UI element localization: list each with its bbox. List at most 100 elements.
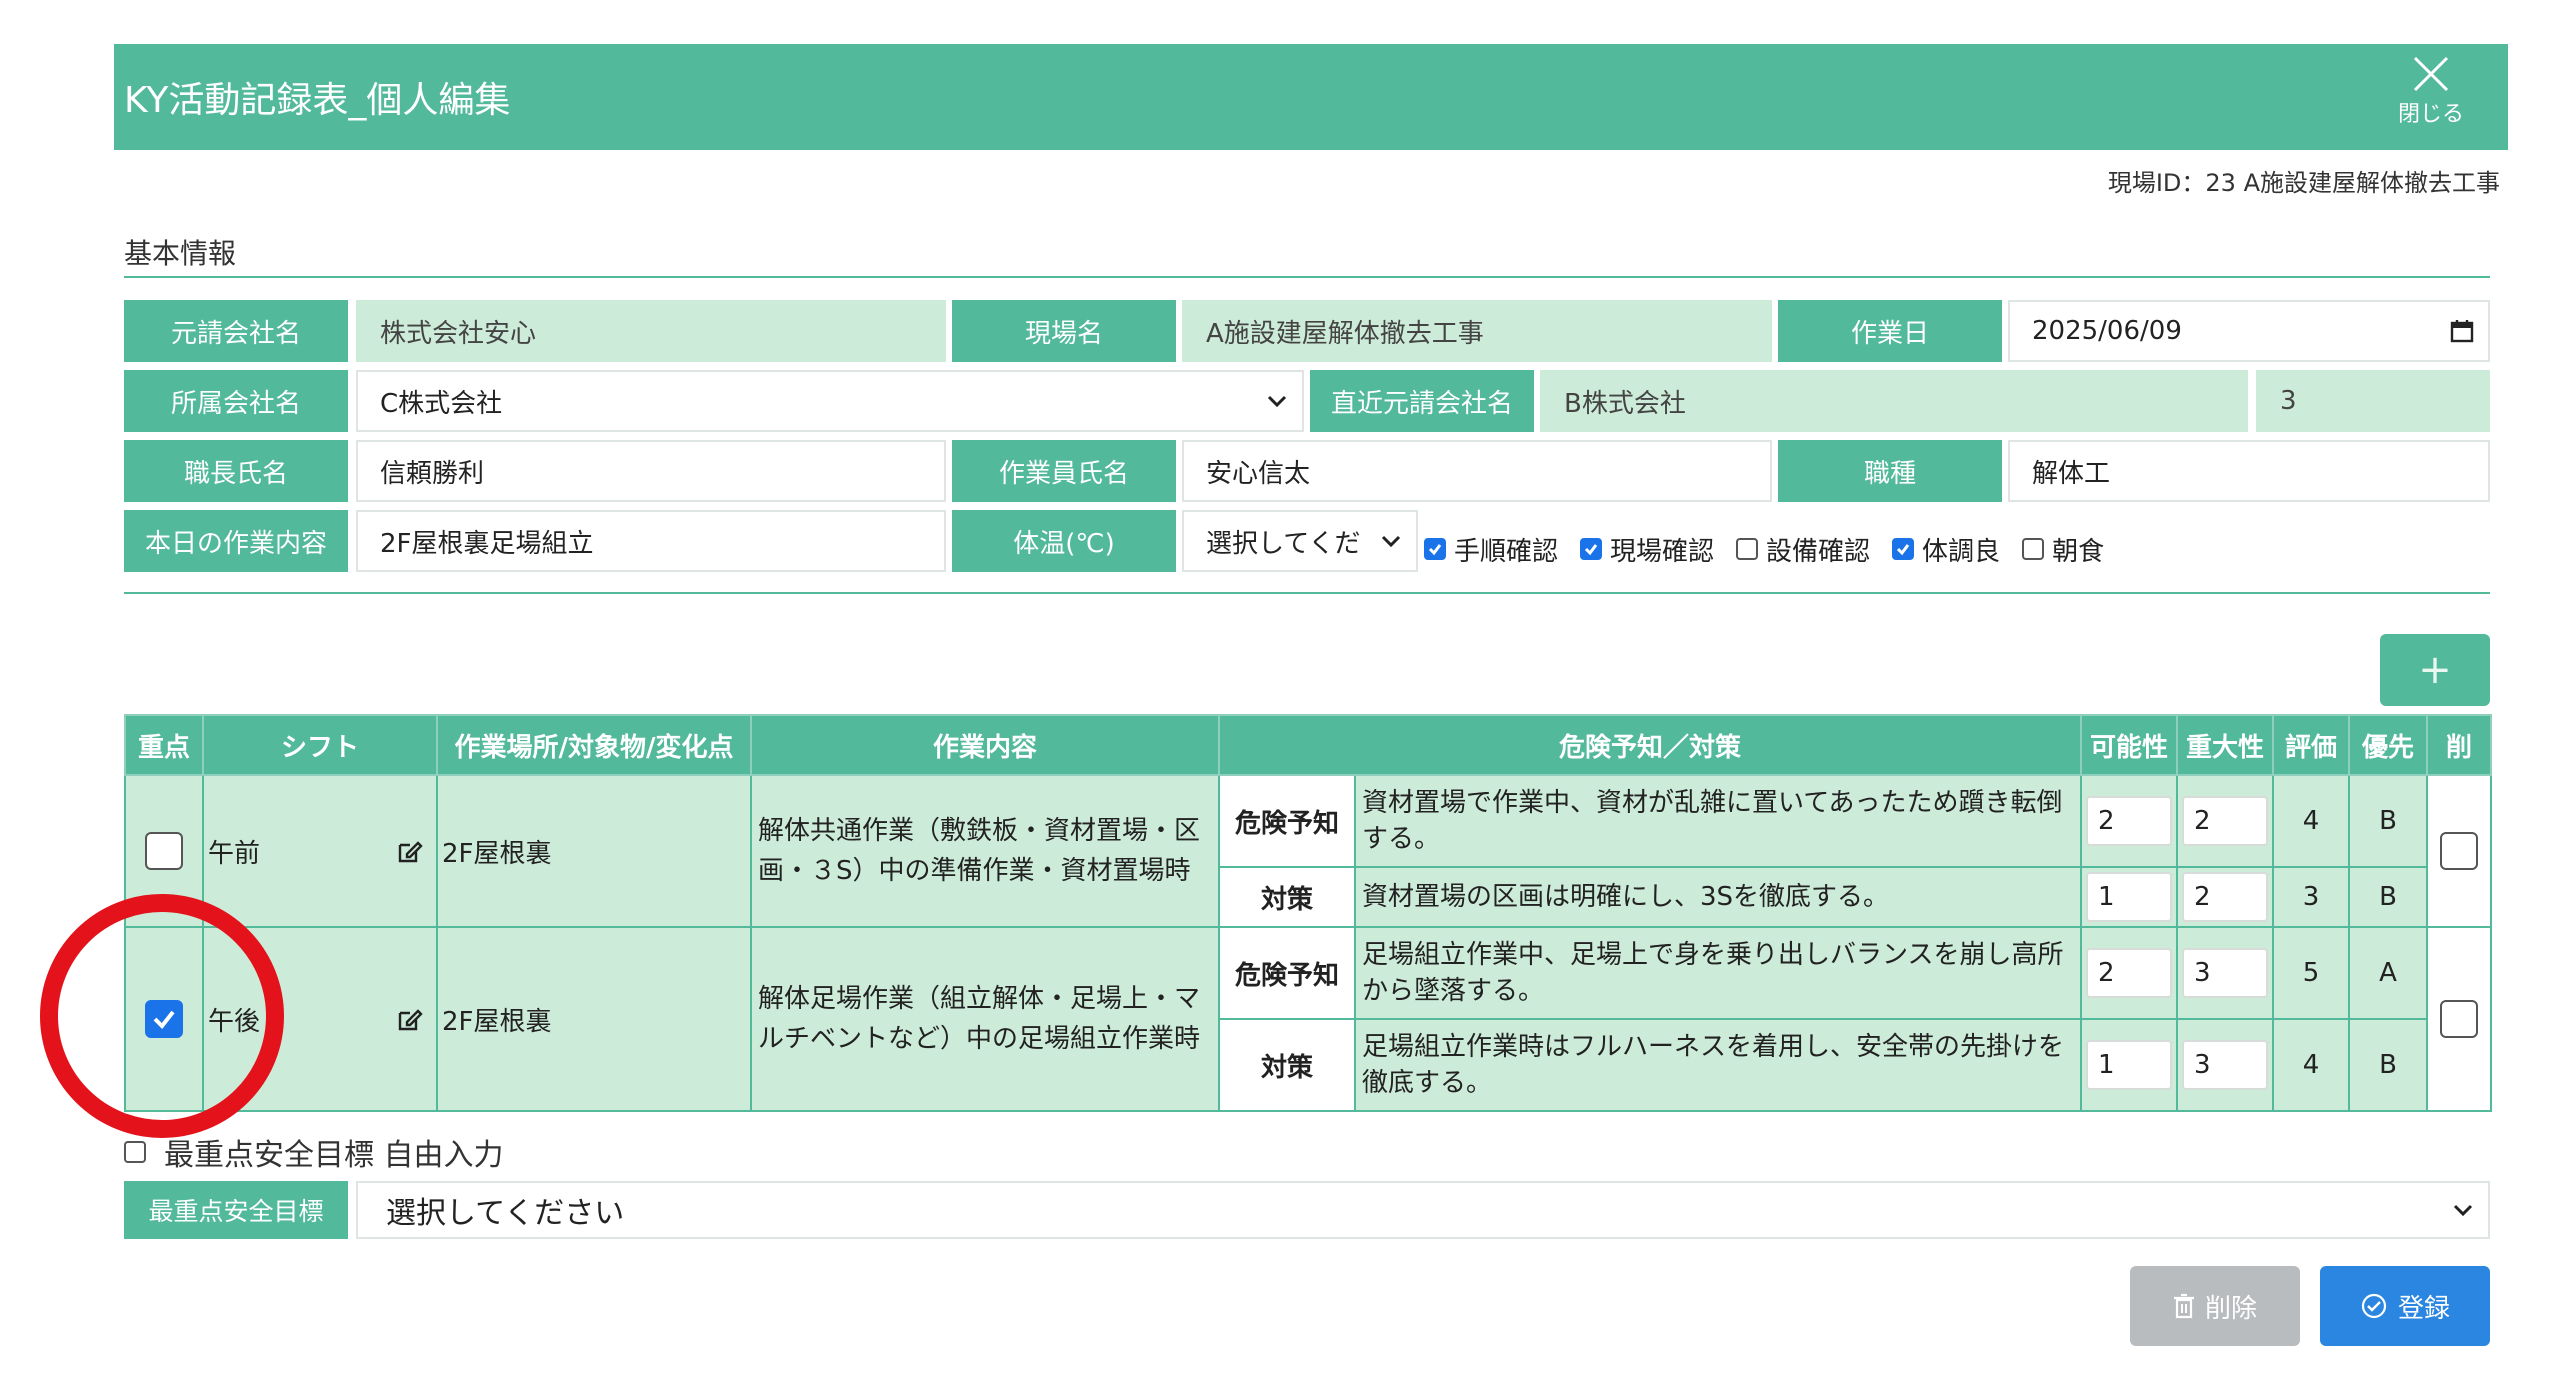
checkbox[interactable] [1892,538,1915,560]
free-input-checkbox[interactable] [124,1141,146,1163]
modal-title: KY活動記録表_個人編集 [124,80,511,121]
priority-checkbox[interactable] [145,1000,183,1038]
temp-select[interactable]: 選択してくだ [1182,510,1418,572]
place-cell: 2F屋根裏 [436,774,752,928]
edit-icon[interactable] [396,1005,424,1033]
header-shift: シフト [202,714,438,776]
delete-button[interactable]: 削除 [2130,1266,2300,1346]
safety-goal-select[interactable]: 選択してください [356,1181,2490,1239]
check-icon [153,1010,175,1030]
worker-input[interactable]: 安心信太 [1182,440,1772,502]
check-circle-icon [2361,1293,2387,1319]
free-input-row[interactable]: 最重点安全目標 自由入力 [124,1130,504,1174]
eval-cell: 4 [2272,1018,2351,1112]
content-cell: 解体共通作業（敷鉄板・資材置場・区画・３S）中の準備作業・資材置場時 [750,774,1220,928]
check-site[interactable]: 現場確認 [1580,531,1714,568]
foreman-input[interactable]: 信頼勝利 [356,440,946,502]
priority-cell [124,926,204,1112]
health-checks: 手順確認 現場確認 設備確認 体調良 朝食 [1424,522,2126,576]
edit-icon[interactable] [396,837,424,865]
possibility-input[interactable]: 1 [2086,1040,2173,1090]
calendar-icon[interactable] [2450,319,2474,343]
temp-select-value: 選択してくだ [1206,528,1361,559]
severity-input[interactable]: 3 [2182,948,2269,998]
check-breakfast[interactable]: 朝食 [2022,531,2104,568]
header-place: 作業場所/対象物/変化点 [436,714,752,776]
safety-goal-label: 最重点安全目標 [124,1181,348,1239]
save-label: 登録 [2397,1293,2450,1324]
delete-cell [2426,926,2493,1112]
header-possibility: 可能性 [2080,714,2179,776]
possibility-cell: 2 [2080,774,2179,868]
check-icon [1584,544,1598,556]
prime-company-value: 株式会社安心 [356,300,946,362]
save-button[interactable]: 登録 [2320,1266,2490,1346]
section-divider [124,592,2490,594]
check-label: 体調良 [1922,536,2001,567]
rank-cell: B [2348,1018,2429,1112]
occupation-input[interactable]: 解体工 [2008,440,2490,502]
severity-input[interactable]: 2 [2182,872,2269,922]
chevron-down-icon [2453,1204,2473,1217]
section-title: 基本情報 [124,237,237,270]
header-eval: 評価 [2272,714,2351,776]
measure-text: 足場組立作業時はフルハーネスを着用し、安全帯の先掛けを徹底する。 [1353,1018,2083,1112]
check-label: 手順確認 [1454,536,1559,567]
header-priority: 重点 [124,714,204,776]
severity-cell: 3 [2176,1018,2275,1112]
chevron-down-icon [1381,535,1401,548]
severity-input[interactable]: 3 [2182,1040,2269,1090]
worker-label: 作業員氏名 [952,440,1176,502]
today-work-input[interactable]: 2F屋根裏足場組立 [356,510,946,572]
chevron-down-icon [1267,395,1287,408]
header-severity: 重大性 [2176,714,2275,776]
risk-table: 重点 シフト 作業場所/対象物/変化点 作業内容 危険予知／対策 可能性 重大性… [124,714,2493,1112]
priority-checkbox[interactable] [145,832,183,870]
possibility-input[interactable]: 2 [2086,948,2173,998]
table-row: 午前 2F屋根裏 解体共通作業（敷鉄板・資材置場・区画・３S）中の準備作業・資材… [124,774,2493,928]
possibility-input[interactable]: 1 [2086,872,2173,922]
checkbox[interactable] [1736,538,1759,560]
severity-cell: 3 [2176,926,2275,1020]
checkbox[interactable] [2022,538,2045,560]
possibility-input[interactable]: 2 [2086,796,2173,846]
severity-input[interactable]: 2 [2182,796,2269,846]
trash-icon [2173,1293,2194,1319]
check-health[interactable]: 体調良 [1892,531,2000,568]
check-equipment[interactable]: 設備確認 [1736,531,1870,568]
site-name-label: 現場名 [952,300,1176,362]
shift-cell: 午後 [202,926,438,1112]
section-divider [124,276,2490,278]
header-danger: 危険予知／対策 [1217,714,2083,776]
measure-label: 対策 [1218,866,1356,928]
add-row-button[interactable]: + [2380,634,2490,706]
measure-label: 対策 [1218,1018,1356,1112]
direct-prime-label: 直近元請会社名 [1310,370,1534,432]
delete-checkbox[interactable] [2440,832,2479,870]
check-label: 朝食 [2052,536,2105,567]
header-delete: 削 [2426,714,2493,776]
free-input-label: 最重点安全目標 自由入力 [164,1138,504,1173]
affiliate-select[interactable]: C株式会社 [356,370,1304,432]
modal-header: KY活動記録表_個人編集 閉じる [114,44,2508,150]
measure-text: 資材置場の区画は明確にし、3Sを徹底する。 [1353,866,2083,928]
check-icon [1428,544,1442,556]
delete-checkbox[interactable] [2440,1000,2479,1038]
direct-prime-number: 3 [2256,370,2490,432]
work-date-input[interactable]: 2025/06/09 [2008,300,2490,362]
priority-cell [124,774,204,928]
close-button[interactable]: 閉じる [2386,54,2476,142]
prime-company-label: 元請会社名 [124,300,348,362]
checkbox[interactable] [1424,538,1446,560]
rank-cell: A [2348,926,2429,1020]
affiliate-label: 所属会社名 [124,370,348,432]
check-icon [1896,544,1910,556]
check-label: 設備確認 [1766,536,1871,567]
checkbox[interactable] [1580,538,1603,560]
temp-label: 体温(℃) [952,510,1176,572]
today-work-label: 本日の作業内容 [124,510,348,572]
danger-text: 資材置場で作業中、資材が乱雑に置いてあったため躓き転倒する。 [1353,774,2083,868]
header-content: 作業内容 [750,714,1220,776]
delete-cell [2426,774,2493,928]
check-procedure[interactable]: 手順確認 [1424,531,1558,568]
